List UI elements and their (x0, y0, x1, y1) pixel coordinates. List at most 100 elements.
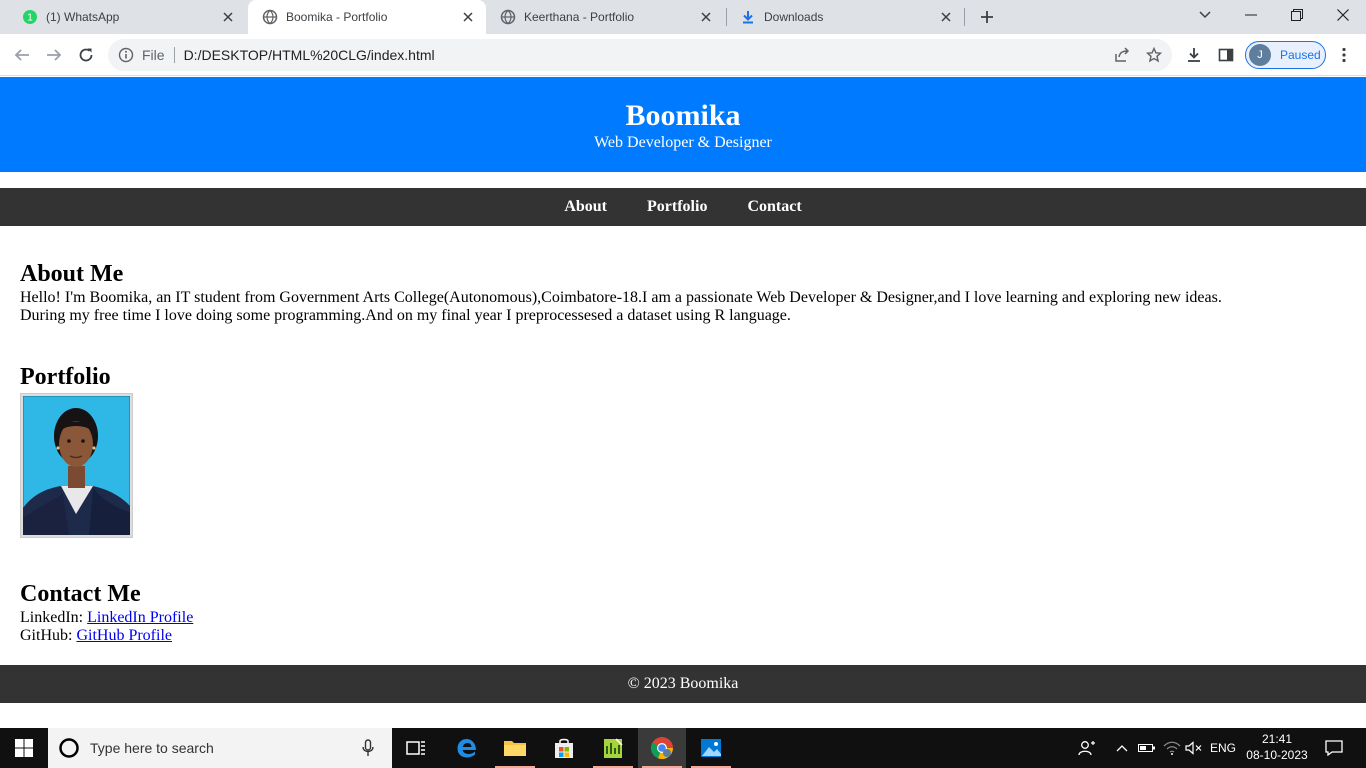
close-icon[interactable] (938, 9, 954, 25)
more-vert-icon (1342, 47, 1346, 63)
linkedin-profile-link[interactable]: LinkedIn Profile (87, 609, 193, 626)
browser-toolbar: File D:/DESKTOP/HTML%20CLG/index.html J … (0, 34, 1366, 76)
battery-icon[interactable] (1137, 728, 1157, 768)
globe-icon (500, 9, 516, 25)
tab-title: Boomika - Portfolio (286, 10, 388, 24)
tab-boomika-portfolio[interactable]: Boomika - Portfolio (248, 0, 486, 34)
reload-button[interactable] (72, 41, 100, 69)
site-footer: © 2023 Boomika (0, 665, 1366, 703)
clock-date: 08-10-2023 (1246, 748, 1308, 762)
new-tab-button[interactable] (975, 5, 999, 29)
tab-keerthana-portfolio[interactable]: Keerthana - Portfolio (486, 0, 724, 34)
tab-search-button[interactable] (1182, 0, 1228, 30)
taskbar-photos[interactable] (687, 728, 735, 768)
close-icon[interactable] (698, 9, 714, 25)
cortana-circle-icon (59, 738, 79, 758)
downloads-button[interactable] (1180, 41, 1208, 69)
globe-icon (262, 9, 278, 25)
site-subtitle: Web Developer & Designer (594, 134, 772, 151)
address-bar[interactable]: File D:/DESKTOP/HTML%20CLG/index.html (108, 39, 1172, 71)
windows-logo-icon (15, 739, 33, 757)
url-scheme-label: File (142, 47, 165, 63)
system-clock[interactable]: 21:41 08-10-2023 (1238, 731, 1316, 763)
close-icon (1337, 9, 1349, 21)
taskbar-search-box[interactable]: Type here to search (48, 728, 392, 768)
close-icon[interactable] (220, 9, 236, 25)
taskbar-store[interactable] (540, 728, 588, 768)
bookmark-star-icon[interactable] (1144, 45, 1164, 65)
site-nav: About Portfolio Contact (0, 188, 1366, 226)
contact-linkedin-row: LinkedIn: LinkedIn Profile (20, 609, 193, 627)
tab-whatsapp[interactable]: 1 (1) WhatsApp (8, 0, 246, 34)
whatsapp-badge-count: 1 (27, 13, 33, 24)
taskbar-file-explorer[interactable] (491, 728, 539, 768)
download-icon (740, 9, 756, 25)
download-icon (1188, 48, 1200, 62)
forward-button[interactable] (40, 41, 68, 69)
clock-time: 21:41 (1261, 732, 1293, 746)
info-icon[interactable] (118, 47, 134, 63)
language-indicator[interactable]: ENG (1208, 728, 1238, 768)
minimize-button[interactable] (1228, 0, 1274, 30)
people-icon[interactable] (1075, 728, 1099, 768)
profile-status-label: Paused (1280, 48, 1321, 62)
plus-icon (981, 11, 993, 23)
microphone-icon[interactable] (356, 739, 380, 757)
whatsapp-icon: 1 (22, 9, 38, 25)
task-view-icon (406, 741, 425, 755)
profile-button[interactable]: J Paused (1245, 41, 1326, 69)
tab-downloads[interactable]: Downloads (726, 0, 964, 34)
chevron-up-icon[interactable] (1112, 728, 1132, 768)
tab-title: Downloads (764, 10, 824, 24)
chat-bubble-icon (1325, 740, 1343, 756)
edge-icon (457, 739, 476, 758)
back-button[interactable] (8, 41, 36, 69)
nav-link-portfolio[interactable]: Portfolio (647, 198, 707, 216)
arrow-left-icon (14, 49, 29, 61)
close-window-button[interactable] (1320, 0, 1366, 30)
volume-muted-icon[interactable] (1184, 728, 1204, 768)
portrait-image (22, 395, 131, 536)
url-text[interactable]: D:/DESKTOP/HTML%20CLG/index.html (184, 47, 435, 63)
close-icon[interactable] (460, 9, 476, 25)
about-text-line-2: During my free time I love doing some pr… (20, 307, 791, 324)
site-title: Boomika (625, 99, 741, 132)
menu-button[interactable] (1330, 41, 1358, 69)
portfolio-heading: Portfolio (20, 364, 111, 390)
restore-icon (1291, 9, 1303, 21)
side-panel-button[interactable] (1212, 41, 1240, 69)
windows-taskbar: Type here to search ENG 21:41 08-10-2023 (0, 728, 1366, 768)
tab-title: Keerthana - Portfolio (524, 10, 635, 24)
side-panel-icon (1218, 48, 1234, 62)
site-header: Boomika Web Developer & Designer (0, 77, 1366, 172)
avatar: J (1249, 44, 1271, 66)
arrow-right-icon (47, 49, 62, 61)
tab-divider (964, 8, 965, 26)
github-profile-link[interactable]: GitHub Profile (76, 627, 172, 644)
nav-link-about[interactable]: About (564, 198, 607, 216)
chevron-down-icon (1199, 11, 1211, 19)
taskbar-chrome[interactable] (638, 728, 686, 768)
contact-heading: Contact Me (20, 581, 141, 607)
share-icon[interactable] (1112, 45, 1132, 65)
start-button[interactable] (0, 728, 48, 768)
nav-link-contact[interactable]: Contact (747, 198, 801, 216)
taskbar-edge[interactable] (443, 728, 491, 768)
about-heading: About Me (20, 261, 124, 287)
taskbar-notepad[interactable] (589, 728, 637, 768)
about-text-line-1: Hello! I'm Boomika, an IT student from G… (20, 289, 1222, 306)
browser-tab-strip: 1 (1) WhatsApp Boomika - Portfolio Keert… (0, 0, 1366, 34)
profile-photo (20, 393, 133, 538)
wifi-icon[interactable] (1161, 728, 1183, 768)
address-divider (173, 47, 175, 63)
github-label: GitHub: (20, 627, 73, 644)
photos-icon (701, 739, 721, 757)
task-view-button[interactable] (392, 728, 440, 768)
notification-center-button[interactable] (1320, 728, 1348, 768)
search-placeholder: Type here to search (90, 740, 214, 756)
reload-icon (79, 48, 93, 62)
tab-title: (1) WhatsApp (46, 10, 120, 24)
linkedin-label: LinkedIn: (20, 609, 84, 626)
minimize-icon (1245, 14, 1257, 16)
restore-button[interactable] (1274, 0, 1320, 30)
